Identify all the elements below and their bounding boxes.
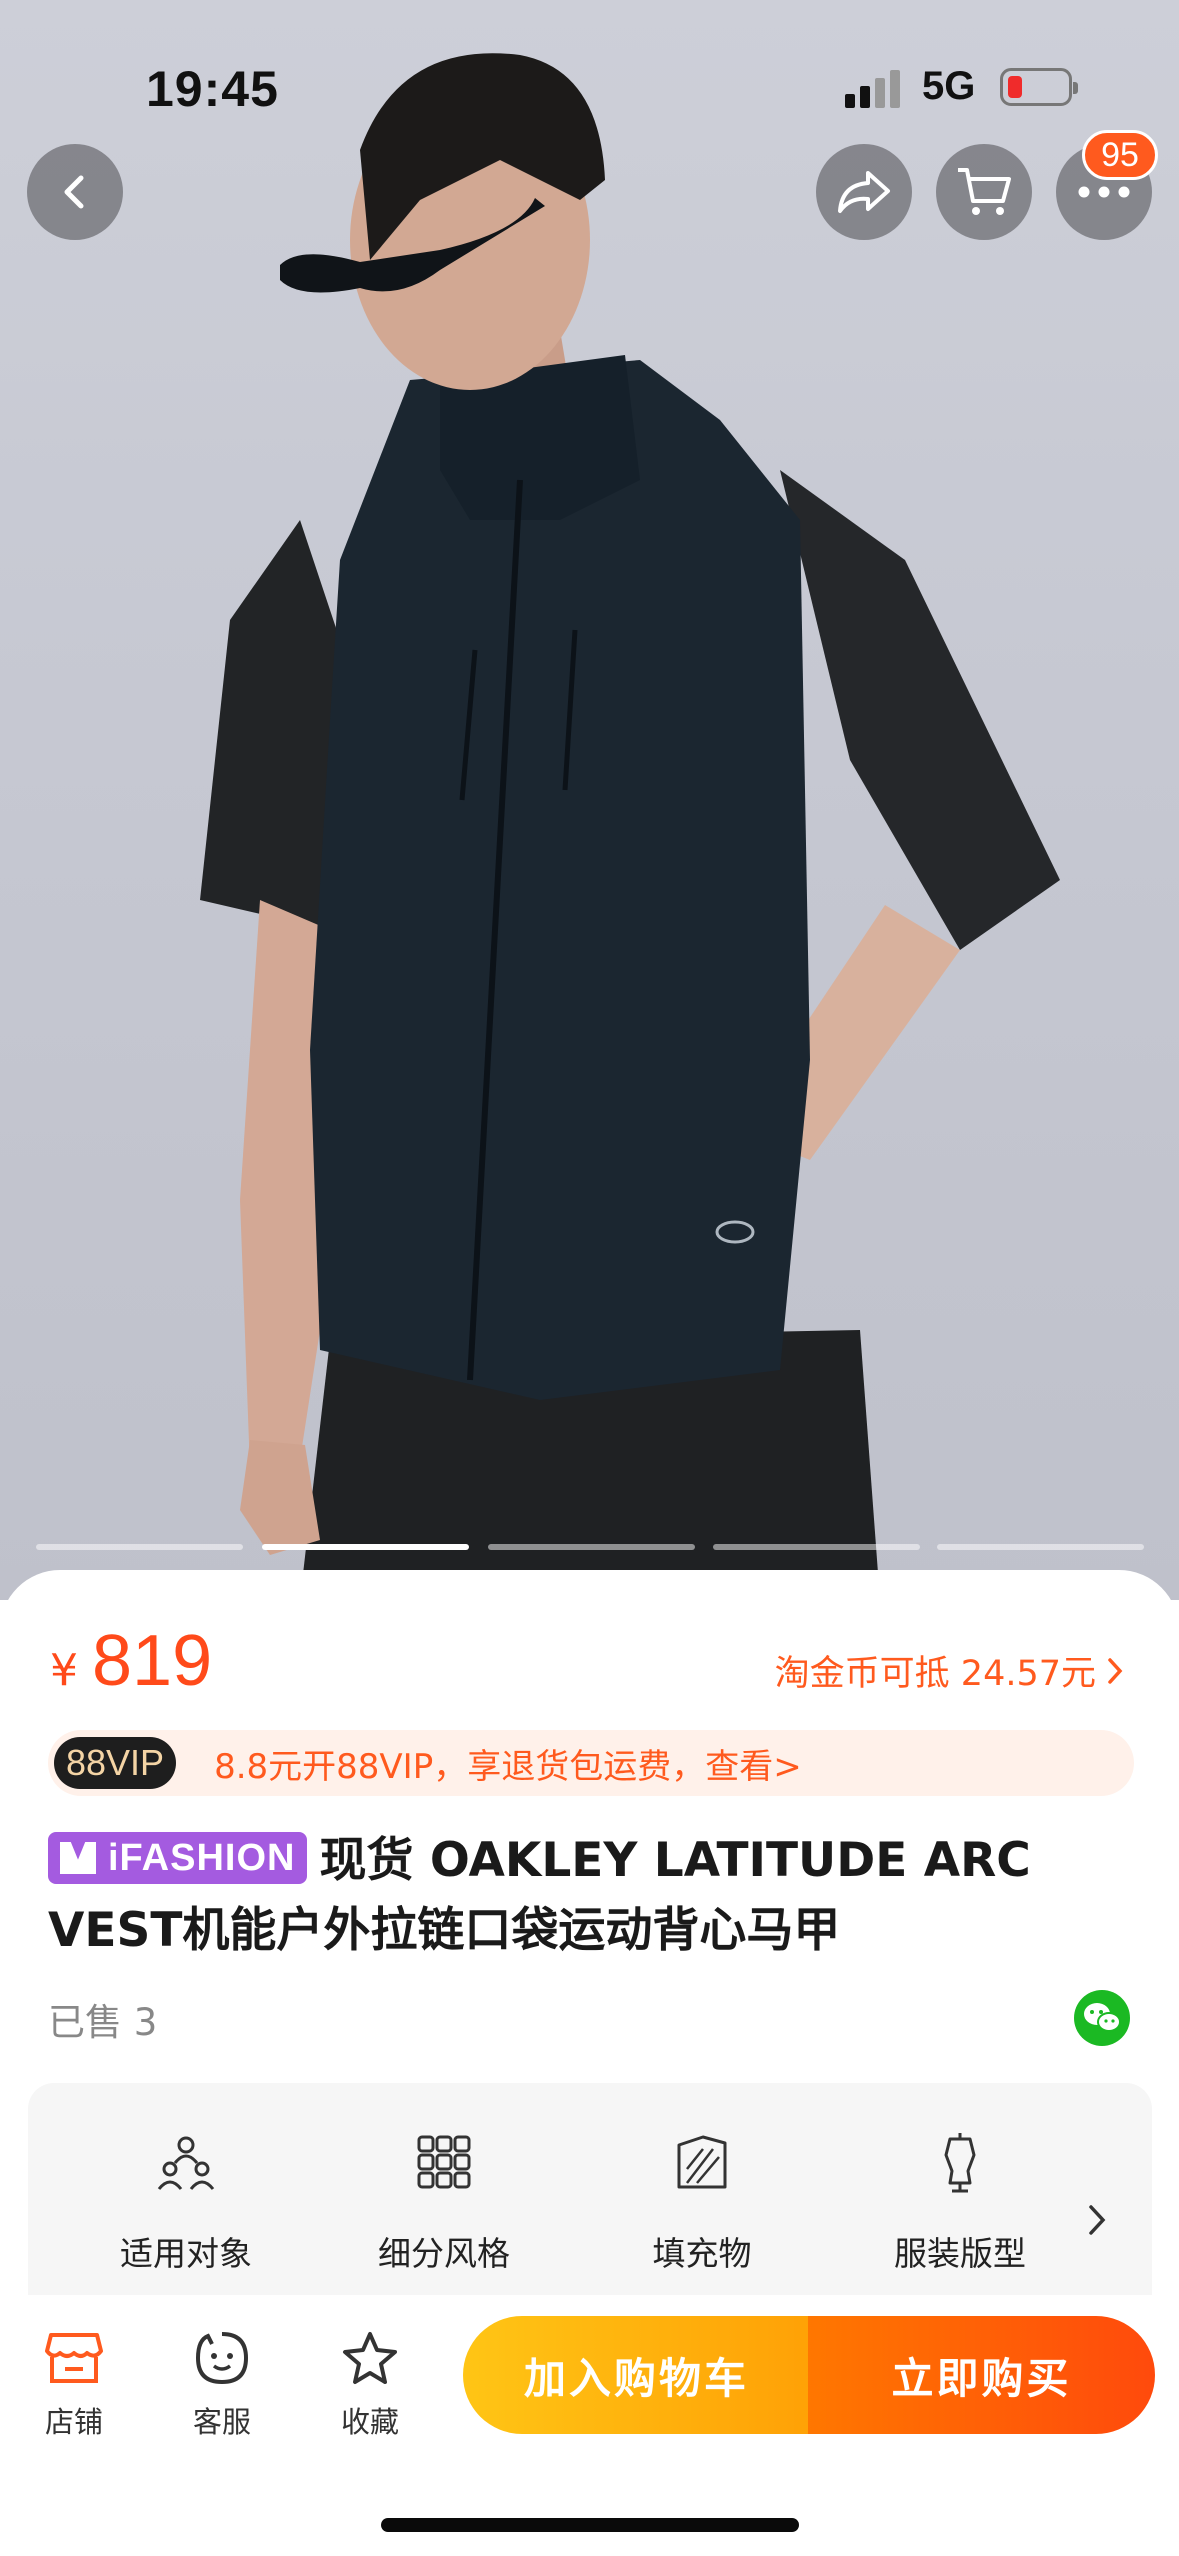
gallery-dot-active: [262, 1544, 469, 1550]
buy-now-button[interactable]: 立即购买: [808, 2316, 1155, 2434]
sold-count: 已售 3: [48, 2001, 158, 2044]
price-value: 819: [92, 1621, 213, 1701]
favorite-label: 收藏: [340, 2405, 399, 2439]
network-type: 5G: [922, 64, 976, 108]
product-photo: [200, 53, 1060, 1600]
status-time: 19:45: [146, 61, 279, 117]
cellular-signal-icon: [845, 68, 905, 108]
customer-service-button[interactable]: 客服: [162, 2325, 282, 2441]
share-icon: [838, 171, 890, 213]
vip-promo-text: 8.8元开88VIP，享退货包运费，查看>: [214, 1746, 802, 1787]
attr-label: 填充物: [652, 2234, 752, 2273]
store-button[interactable]: 店铺: [14, 2325, 134, 2441]
mannequin-icon: [944, 2133, 976, 2193]
back-button[interactable]: [27, 144, 123, 240]
star-icon: [343, 2332, 397, 2384]
product-image-gallery[interactable]: 19:45 5G 95: [0, 0, 1179, 1600]
price-currency: ¥: [50, 1645, 78, 1696]
attr-style[interactable]: 细分风格: [344, 2127, 544, 2275]
share-button[interactable]: [816, 144, 912, 240]
product-title-block: iFASHION 现货 OAKLEY LATITUDE ARC VEST机能户外拉…: [48, 1826, 1138, 1966]
battery-icon: [1000, 68, 1078, 106]
price: ¥ 819: [50, 1620, 212, 1720]
ifashion-tag: iFASHION: [48, 1832, 308, 1884]
attr-target-user[interactable]: 适用对象: [86, 2127, 286, 2275]
notification-badge: 95: [1082, 130, 1158, 180]
store-label: 店铺: [44, 2405, 103, 2439]
attr-label: 服装版型: [894, 2234, 1026, 2273]
gallery-dot: [36, 1544, 243, 1550]
service-label: 客服: [192, 2405, 251, 2439]
more-dots-icon: [1078, 186, 1130, 198]
gallery-dot: [488, 1544, 695, 1550]
chevron-right-icon: [1108, 1657, 1123, 1684]
wechat-icon: [1084, 2003, 1121, 2032]
coin-offer[interactable]: 淘金币可抵 24.57元: [775, 1645, 1124, 1696]
store-icon: [45, 2333, 103, 2383]
jacket-icon: [677, 2135, 727, 2189]
chevron-left-icon: [64, 175, 84, 209]
wechat-share-button[interactable]: [1074, 1990, 1130, 2046]
cart-button[interactable]: [936, 144, 1032, 240]
people-icon: [157, 2136, 215, 2190]
attr-filling[interactable]: 填充物: [602, 2127, 802, 2275]
add-to-cart-button[interactable]: 加入购物车: [463, 2316, 810, 2434]
status-bar: 19:45 5G: [0, 0, 1179, 150]
gallery-dot: [713, 1544, 920, 1550]
attr-label: 适用对象: [120, 2234, 252, 2273]
cart-icon: [958, 168, 1011, 215]
gallery-dot: [937, 1544, 1144, 1550]
vip-promo-bar[interactable]: 88VIP 8.8元开88VIP，享退货包运费，查看>: [48, 1730, 1134, 1796]
home-indicator: [381, 2518, 799, 2532]
grid-style-icon: [417, 2135, 471, 2189]
service-chat-icon: [195, 2332, 249, 2385]
attr-label: 细分风格: [378, 2234, 510, 2273]
chevron-right-icon: [1089, 2205, 1106, 2235]
vip-badge: 88VIP: [54, 1737, 177, 1789]
attr-fit[interactable]: 服装版型: [860, 2127, 1060, 2275]
gallery-indicator: [36, 1544, 1144, 1552]
coin-offer-text: 淘金币可抵 24.57元: [774, 1654, 1096, 1694]
favorite-button[interactable]: 收藏: [310, 2325, 430, 2441]
